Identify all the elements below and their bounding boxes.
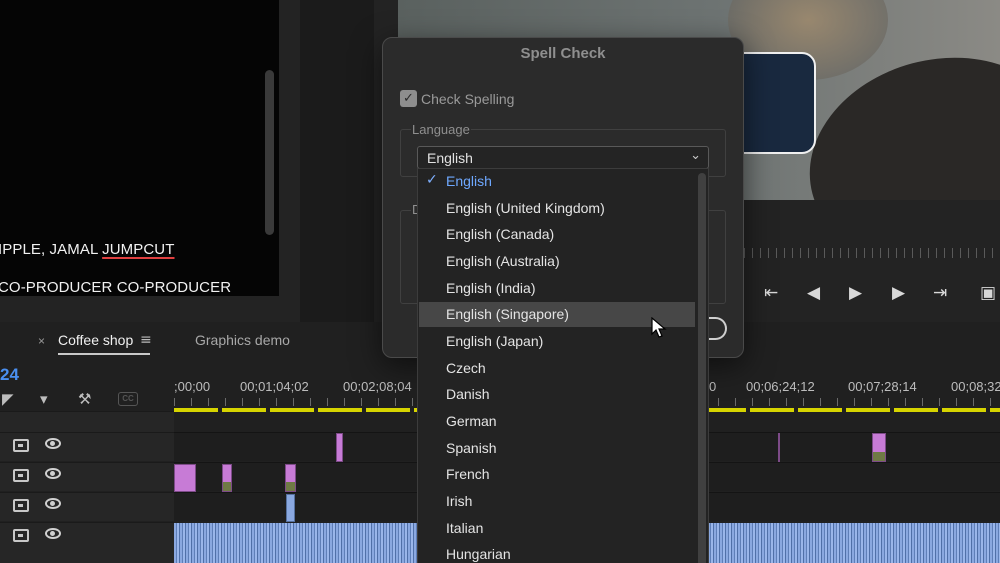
option-label: English: [446, 173, 492, 189]
language-option-english-australia[interactable]: English (Australia): [419, 249, 695, 274]
eye-icon[interactable]: [45, 498, 61, 509]
ruler-label: 00;02;08;04: [343, 379, 412, 394]
video-clip[interactable]: [872, 433, 886, 462]
track-output-icon[interactable]: [13, 529, 29, 542]
language-option-english-india[interactable]: English (India): [419, 276, 695, 301]
check-spelling-label[interactable]: Check Spelling: [421, 91, 514, 107]
snap-icon[interactable]: ◤: [2, 390, 14, 408]
language-select[interactable]: English ⌄: [417, 146, 709, 169]
close-tab-icon[interactable]: ×: [38, 334, 45, 348]
option-label: German: [446, 413, 497, 429]
step-back-frame-icon[interactable]: ◀: [807, 283, 820, 303]
ruler-label: 00;01;04;02: [240, 379, 309, 394]
clip-thumbnail: [286, 482, 295, 491]
mouse-pointer-icon: [651, 317, 667, 338]
option-label: English (United Kingdom): [446, 200, 605, 216]
option-label: Italian: [446, 520, 484, 536]
option-label: English (Singapore): [446, 306, 569, 322]
language-group-label: Language: [411, 122, 471, 137]
video-clip[interactable]: [778, 433, 780, 462]
playhead-timecode[interactable]: 24: [0, 365, 19, 385]
play-icon[interactable]: ▶: [849, 283, 862, 303]
track-header-v4: [0, 432, 174, 461]
wrench-icon[interactable]: ⚒: [78, 390, 91, 408]
tab-menu-icon[interactable]: ≡: [140, 332, 152, 348]
track-output-icon[interactable]: [13, 499, 29, 512]
track-header-v2: [0, 492, 174, 521]
tab-graphics-demo[interactable]: Graphics demo: [195, 332, 290, 348]
eye-icon[interactable]: [45, 528, 61, 539]
video-clip[interactable]: [285, 464, 296, 492]
language-dropdown: ✓ English English (United Kingdom) Engli…: [417, 168, 709, 563]
check-spelling-checkbox[interactable]: ✓: [400, 90, 417, 107]
track-header-v3: [0, 462, 174, 491]
ruler-label: ;00;00: [174, 379, 211, 394]
misspelled-word: JUMPCUT: [102, 241, 175, 258]
track-output-icon[interactable]: [13, 439, 29, 452]
step-forward-frame-icon[interactable]: ▶: [892, 283, 905, 303]
option-label: English (India): [446, 280, 536, 296]
source-scrollbar[interactable]: [265, 70, 274, 235]
tab-coffee-shop[interactable]: Coffee shop: [58, 332, 133, 348]
chevron-down-icon: ⌄: [690, 148, 701, 163]
language-option-hungarian[interactable]: Hungarian: [419, 542, 695, 563]
credit-text: IPPLE, JAMAL: [0, 241, 103, 258]
option-label: English (Canada): [446, 226, 555, 242]
option-label: Hungarian: [446, 546, 511, 562]
track-output-icon[interactable]: [13, 469, 29, 482]
source-monitor-panel: IPPLE, JAMAL JUMPCUT CO-PRODUCER CO-PROD…: [0, 0, 300, 322]
program-time-ruler[interactable]: [744, 248, 1000, 258]
video-clip[interactable]: [222, 464, 232, 492]
language-option-czech[interactable]: Czech: [419, 356, 695, 381]
option-label: English (Australia): [446, 253, 560, 269]
language-option-english[interactable]: ✓ English: [419, 169, 695, 194]
go-to-out-icon[interactable]: ⇥: [933, 283, 947, 303]
language-option-german[interactable]: German: [419, 409, 695, 434]
captions-icon[interactable]: CC: [118, 392, 138, 406]
ruler-label: 0: [709, 379, 717, 394]
ruler-label: 00;08;32: [951, 379, 1000, 394]
video-clip[interactable]: [174, 464, 196, 492]
clip-thumbnail: [873, 452, 885, 461]
clip-thumbnail: [223, 482, 231, 491]
export-frame-icon[interactable]: ▣: [980, 283, 996, 303]
option-label: Spanish: [446, 440, 497, 456]
dropdown-scrollbar[interactable]: [698, 173, 706, 563]
ruler-label: 00;07;28;14: [848, 379, 917, 394]
option-label: Danish: [446, 386, 490, 402]
video-clip[interactable]: [336, 433, 343, 462]
language-option-irish[interactable]: Irish: [419, 489, 695, 514]
option-label: English (Japan): [446, 333, 544, 349]
checkmark-icon: ✓: [426, 172, 438, 188]
language-option-danish[interactable]: Danish: [419, 382, 695, 407]
option-label: Czech: [446, 360, 486, 376]
credit-line-2: CO-PRODUCER CO-PRODUCER: [0, 279, 232, 296]
add-marker-icon[interactable]: ▾: [40, 390, 48, 408]
source-monitor-video: IPPLE, JAMAL JUMPCUT CO-PRODUCER CO-PROD…: [0, 0, 279, 296]
eye-icon[interactable]: [45, 468, 61, 479]
language-option-english-uk[interactable]: English (United Kingdom): [419, 196, 695, 221]
dialog-title: Spell Check: [520, 45, 606, 62]
track-header-v1: [0, 522, 174, 563]
active-tab-indicator: [58, 353, 150, 355]
eye-icon[interactable]: [45, 438, 61, 449]
credit-line-1: IPPLE, JAMAL JUMPCUT: [0, 241, 175, 258]
option-label: Irish: [446, 493, 473, 509]
language-option-spanish[interactable]: Spanish: [419, 436, 695, 461]
language-option-english-canada[interactable]: English (Canada): [419, 222, 695, 247]
check-spelling-row[interactable]: ✓ Check Spelling: [400, 90, 514, 107]
language-select-value: English: [427, 150, 473, 166]
video-clip[interactable]: [286, 494, 295, 522]
ruler-label: 00;06;24;12: [746, 379, 815, 394]
option-label: French: [446, 466, 490, 482]
language-option-french[interactable]: French: [419, 462, 695, 487]
step-back-to-in-icon[interactable]: ⇤: [764, 283, 778, 303]
language-option-italian[interactable]: Italian: [419, 516, 695, 541]
